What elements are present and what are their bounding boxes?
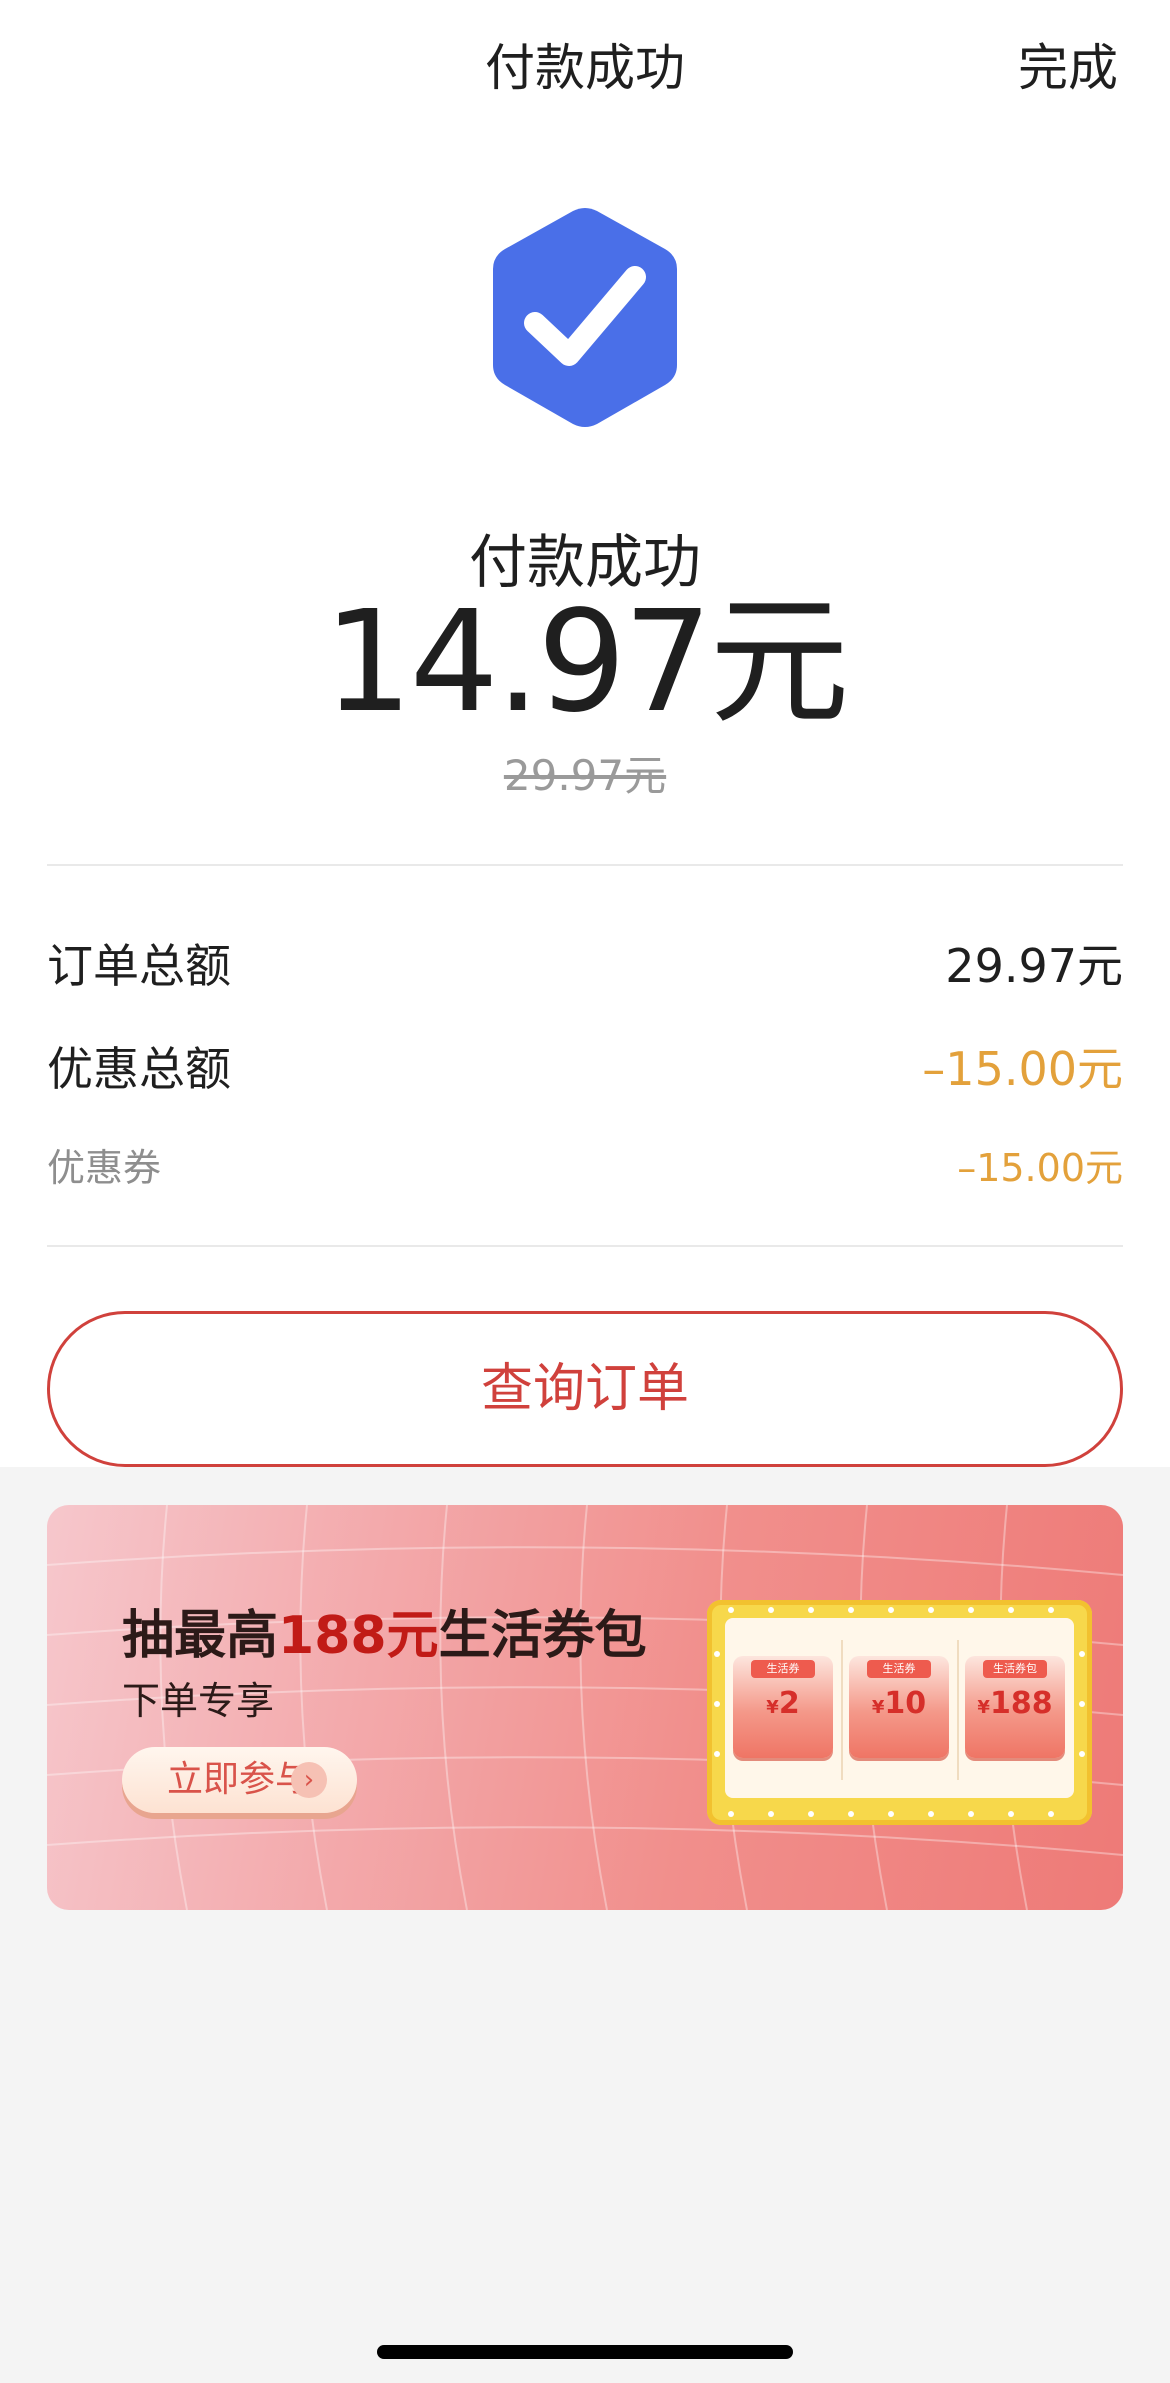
coupon-amount: ¥10 <box>871 1686 927 1721</box>
coupon-tag: 生活券 <box>751 1660 815 1678</box>
coupon-card: 生活券 ¥2 <box>733 1656 833 1758</box>
discount-total-label: 优惠总额 <box>47 1042 231 1096</box>
page-title: 付款成功 <box>485 39 685 97</box>
slot-window: 生活券 ¥2 生活券 ¥10 生活券包 ¥188 <box>725 1618 1074 1798</box>
hexagon-check-icon <box>485 205 685 430</box>
coupon-card: 生活券 ¥10 <box>849 1656 949 1758</box>
promo-banner[interactable]: 抽最高188元生活券包 下单专享 立即参与 › 生活券 ¥2 生活券 ¥10 生… <box>47 1505 1123 1910</box>
discount-total-value: –15.00元 <box>922 1042 1123 1096</box>
nav-bar: 付款成功 完成 <box>0 0 1170 120</box>
coupon-tag: 生活券包 <box>983 1660 1047 1678</box>
chevron-right-icon: › <box>291 1762 327 1798</box>
coupon-tag: 生活券 <box>867 1660 931 1678</box>
original-amount: 29.97元 <box>503 751 667 800</box>
participate-button[interactable]: 立即参与 › <box>122 1747 357 1813</box>
divider <box>47 864 1123 866</box>
reel-divider <box>841 1640 843 1780</box>
paid-amount: 14.97元 <box>323 581 850 744</box>
coupon-amount: ¥188 <box>977 1686 1053 1721</box>
divider <box>47 1245 1123 1247</box>
coupon-amount: ¥2 <box>766 1686 800 1721</box>
done-button[interactable]: 完成 <box>1018 28 1118 100</box>
banner-title: 抽最高188元生活券包 <box>122 1606 647 1666</box>
banner-subtitle: 下单专享 <box>122 1679 275 1723</box>
banner-title-highlight: 188元 <box>278 1606 439 1666</box>
order-total-label: 订单总额 <box>47 939 231 993</box>
reel-divider <box>957 1640 959 1780</box>
home-indicator[interactable] <box>377 2345 793 2359</box>
coupon-label: 优惠券 <box>47 1146 162 1190</box>
query-order-button[interactable]: 查询订单 <box>47 1311 1123 1467</box>
slot-machine-illustration: 生活券 ¥2 生活券 ¥10 生活券包 ¥188 <box>707 1600 1092 1825</box>
order-total-value: 29.97元 <box>945 939 1123 993</box>
participate-label: 立即参与 <box>167 1759 312 1800</box>
coupon-card: 生活券包 ¥188 <box>965 1656 1065 1758</box>
coupon-value: –15.00元 <box>957 1146 1123 1190</box>
